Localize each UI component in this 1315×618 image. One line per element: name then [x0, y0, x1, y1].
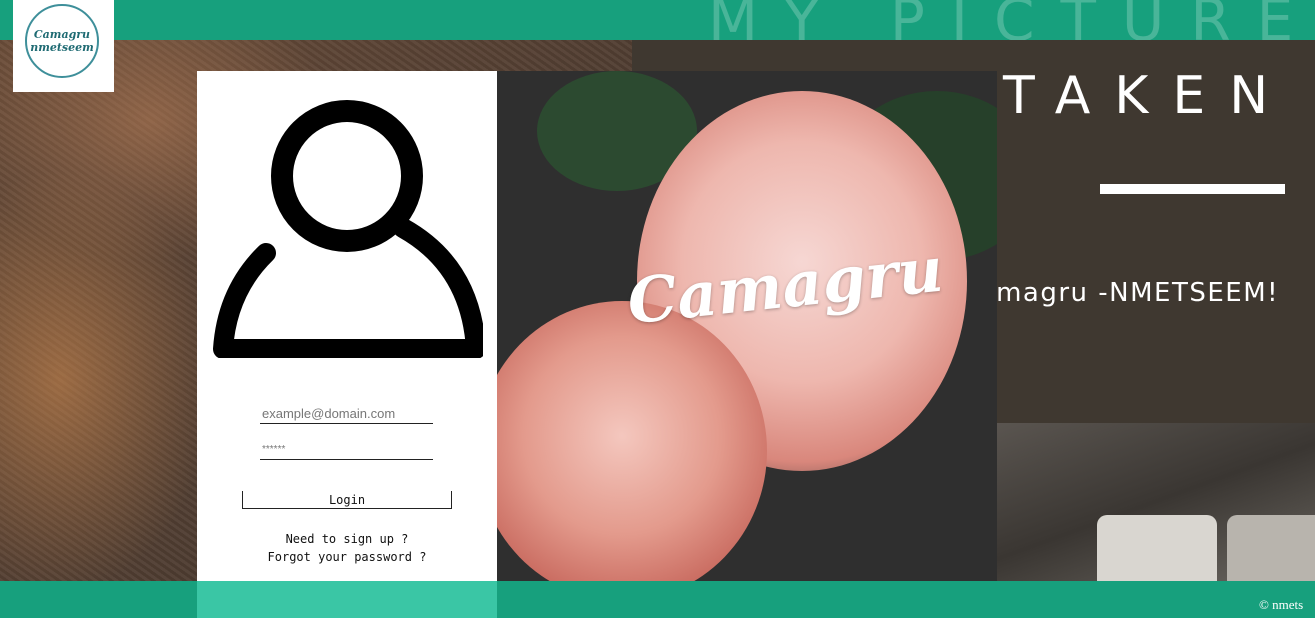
login-panel: Login Need to sign up ? Forgot your pass… — [197, 71, 497, 581]
hero-underline — [1100, 184, 1285, 194]
copyright-text: © nmets — [1259, 597, 1304, 612]
password-field[interactable] — [260, 440, 433, 460]
logo-emblem: Camagru nmetseem — [25, 4, 99, 78]
background-desk-photo — [997, 423, 1315, 585]
logo-text: nmetseem — [30, 41, 94, 54]
desk-object — [1097, 515, 1217, 585]
signup-link[interactable]: Need to sign up ? — [197, 532, 497, 546]
hero-welcome-text: Camagru -NMETSEEM! — [997, 278, 1280, 308]
login-button[interactable]: Login — [242, 491, 452, 509]
user-avatar-icon — [213, 100, 483, 358]
footer-highlight — [197, 581, 497, 618]
desk-object — [1227, 515, 1315, 585]
flower-photo: Camagru — [497, 71, 997, 581]
top-bar: MY PICTURE — [0, 0, 1315, 40]
site-logo[interactable]: Camagru nmetseem — [13, 0, 114, 92]
hero-heading: TAKEN — [1003, 66, 1293, 126]
logo-text: Camagru — [33, 28, 91, 41]
footer: © nmets — [0, 581, 1315, 618]
forgot-password-link[interactable]: Forgot your password ? — [197, 550, 497, 564]
hero-welcome: Camagru -NMETSEEM! — [997, 278, 1315, 308]
banner-text: MY PICTURE — [708, 0, 1315, 40]
email-field[interactable] — [260, 404, 433, 424]
